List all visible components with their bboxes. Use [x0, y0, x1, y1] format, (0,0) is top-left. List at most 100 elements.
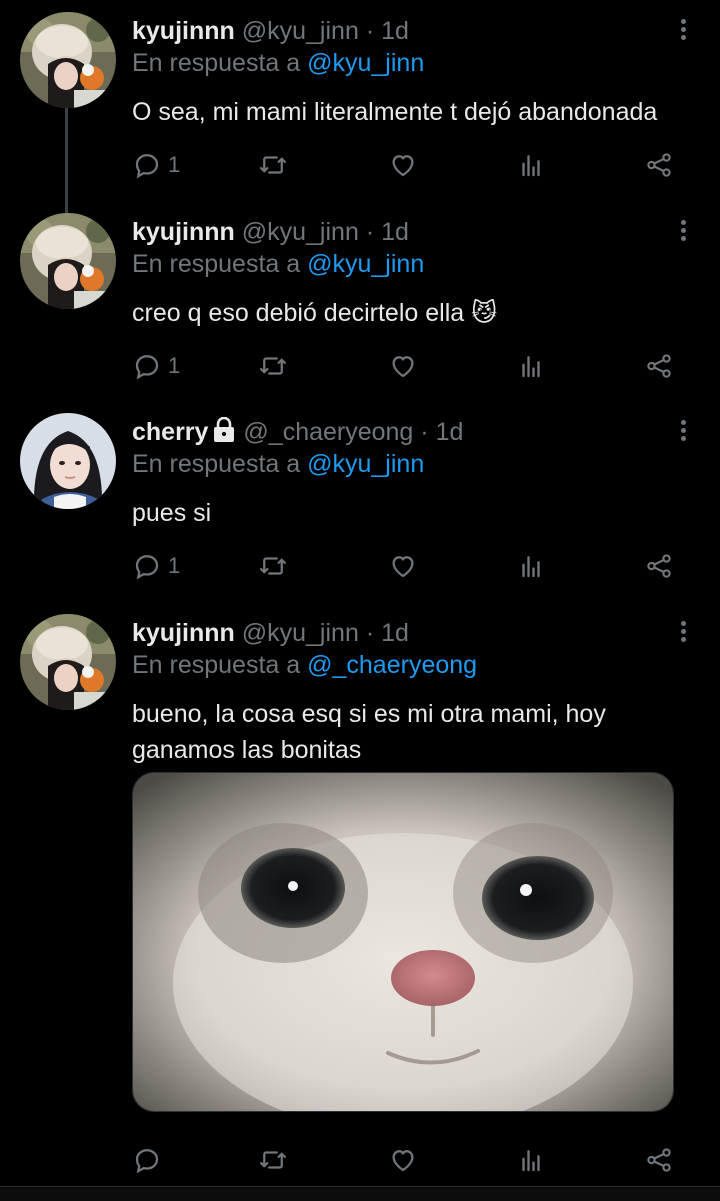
avatar[interactable] — [20, 413, 116, 509]
more-icon[interactable] — [678, 217, 688, 247]
user-handle[interactable]: @kyu_jinn — [242, 17, 359, 45]
reply-context: En respuesta a @kyu_jinn — [132, 48, 424, 78]
reply-prefix: En respuesta a — [132, 450, 301, 478]
display-name[interactable]: kyujinnn — [132, 619, 235, 647]
reply-mention[interactable]: @_chaeryeong — [307, 651, 477, 679]
action-bar: 1 — [132, 546, 692, 586]
bottom-bar — [0, 1186, 720, 1201]
avatar[interactable] — [20, 12, 116, 108]
share-button[interactable] — [644, 145, 674, 185]
views-icon — [516, 551, 546, 581]
thread-line — [65, 108, 68, 208]
views-icon — [516, 351, 546, 381]
reply-context: En respuesta a @_chaeryeong — [132, 650, 477, 680]
tweet-2[interactable]: kyujinnn @kyu_jinn · 1d En respuesta a @… — [0, 201, 720, 401]
views-button[interactable] — [516, 145, 546, 185]
retweet-icon — [258, 351, 288, 381]
retweet-icon — [258, 551, 288, 581]
reply-mention[interactable]: @kyu_jinn — [307, 250, 424, 278]
reply-prefix: En respuesta a — [132, 250, 301, 278]
heart-icon — [388, 1145, 418, 1175]
share-button[interactable] — [644, 346, 674, 386]
reply-prefix: En respuesta a — [132, 49, 301, 77]
reply-count: 1 — [168, 353, 181, 378]
views-button[interactable] — [516, 1140, 546, 1180]
share-icon — [644, 351, 674, 381]
retweet-button[interactable] — [258, 346, 288, 386]
user-handle[interactable]: @kyu_jinn — [242, 218, 359, 246]
more-icon[interactable] — [678, 417, 688, 447]
reply-prefix: En respuesta a — [132, 651, 301, 679]
avatar[interactable] — [20, 614, 116, 710]
reply-button[interactable]: 1 — [132, 546, 180, 586]
more-icon[interactable] — [678, 618, 688, 648]
timestamp[interactable]: 1d — [381, 17, 409, 45]
thread-line — [65, 201, 68, 213]
action-bar — [132, 1140, 692, 1180]
reply-context: En respuesta a @kyu_jinn — [132, 449, 424, 479]
retweet-button[interactable] — [258, 546, 288, 586]
tweet-3[interactable]: cherry @_chaeryeong · 1d En respuesta a … — [0, 401, 720, 601]
retweet-icon — [258, 1145, 288, 1175]
reply-button[interactable] — [132, 1140, 168, 1180]
tweet-text: creo q eso debió decirtelo ella 😼 — [132, 299, 498, 327]
action-bar: 1 — [132, 346, 692, 386]
user-handle[interactable]: @kyu_jinn — [242, 619, 359, 647]
reply-mention[interactable]: @kyu_jinn — [307, 49, 424, 77]
reply-context: En respuesta a @kyu_jinn — [132, 249, 424, 279]
heart-icon — [388, 551, 418, 581]
lock-icon — [214, 417, 235, 442]
views-icon — [516, 150, 546, 180]
heart-icon — [388, 351, 418, 381]
user-handle[interactable]: @_chaeryeong — [243, 418, 413, 446]
reply-button[interactable]: 1 — [132, 346, 180, 386]
reply-count: 1 — [168, 152, 181, 177]
share-icon — [644, 551, 674, 581]
display-name[interactable]: kyujinnn — [132, 218, 235, 246]
tweet-4[interactable]: kyujinnn @kyu_jinn · 1d En respuesta a @… — [0, 602, 720, 1187]
more-icon[interactable] — [678, 16, 688, 46]
avatar[interactable] — [20, 213, 116, 309]
like-button[interactable] — [388, 546, 418, 586]
reply-count: 1 — [168, 553, 181, 578]
separator: · — [420, 418, 429, 446]
tweet-header: cherry @_chaeryeong · 1d — [132, 417, 463, 447]
separator: · — [365, 17, 375, 45]
timestamp[interactable]: 1d — [381, 218, 409, 246]
display-name[interactable]: cherry — [132, 418, 208, 446]
action-bar: 1 — [132, 145, 692, 185]
tweet-header: kyujinnn @kyu_jinn · 1d — [132, 16, 409, 46]
tweet-text: bueno, la cosa esq si es mi otra mami, h… — [132, 700, 606, 764]
separator: · — [365, 619, 375, 647]
like-button[interactable] — [388, 145, 418, 185]
reply-icon — [132, 551, 162, 581]
reply-icon — [132, 351, 162, 381]
retweet-icon — [258, 150, 288, 180]
views-button[interactable] — [516, 546, 546, 586]
tweet-header: kyujinnn @kyu_jinn · 1d — [132, 217, 409, 247]
share-icon — [644, 1145, 674, 1175]
views-button[interactable] — [516, 346, 546, 386]
timestamp[interactable]: 1d — [436, 418, 464, 446]
tweet-media-image[interactable] — [132, 772, 674, 1112]
tweet-header: kyujinnn @kyu_jinn · 1d — [132, 618, 409, 648]
cat-photo — [133, 773, 673, 1111]
views-icon — [516, 1145, 546, 1175]
reply-icon — [132, 150, 162, 180]
share-icon — [644, 150, 674, 180]
share-button[interactable] — [644, 546, 674, 586]
retweet-button[interactable] — [258, 1140, 288, 1180]
reply-mention[interactable]: @kyu_jinn — [307, 450, 424, 478]
tweet-text: pues si — [132, 499, 212, 527]
like-button[interactable] — [388, 346, 418, 386]
tweet-1[interactable]: kyujinnn @kyu_jinn · 1d En respuesta a @… — [0, 0, 720, 208]
timestamp[interactable]: 1d — [381, 619, 409, 647]
display-name[interactable]: kyujinnn — [132, 17, 235, 45]
reply-button[interactable]: 1 — [132, 145, 180, 185]
like-button[interactable] — [388, 1140, 418, 1180]
retweet-button[interactable] — [258, 145, 288, 185]
share-button[interactable] — [644, 1140, 674, 1180]
reply-icon — [132, 1145, 162, 1175]
heart-icon — [388, 150, 418, 180]
separator: · — [365, 218, 375, 246]
